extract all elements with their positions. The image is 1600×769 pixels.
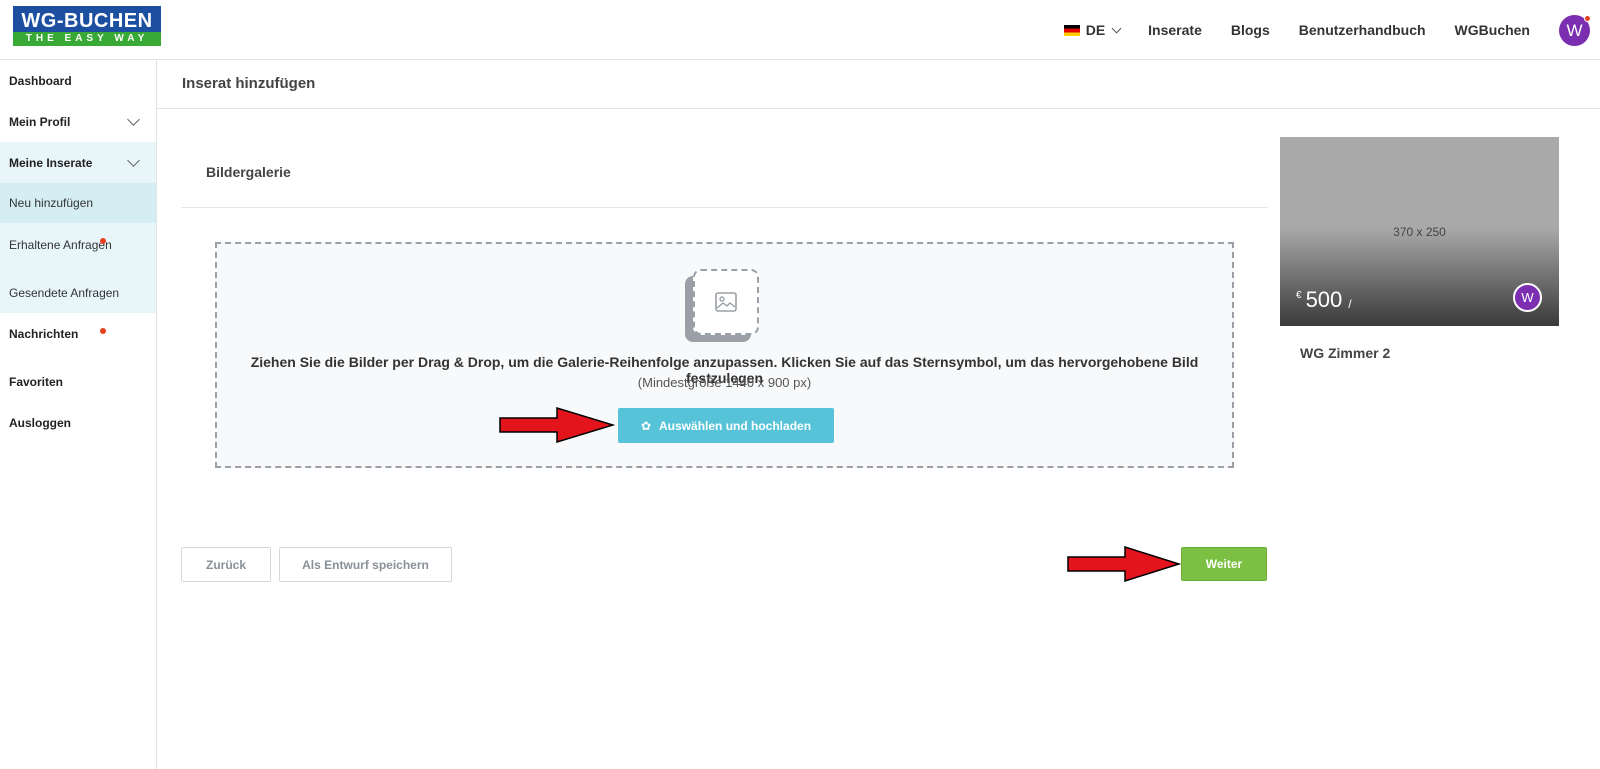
main-nav: DE Inserate Blogs Benutzerhandbuch WGBuc… [1063, 0, 1600, 60]
back-button[interactable]: Zurück [181, 547, 271, 582]
chevron-down-icon [1111, 23, 1122, 33]
sidebar-item-listings[interactable]: Meine Inserate [0, 142, 156, 183]
next-button[interactable]: Weiter [1181, 547, 1267, 581]
notification-dot [100, 238, 106, 244]
notification-dot [100, 328, 106, 334]
upload-button[interactable]: ✿ Auswählen und hochladen [618, 408, 834, 443]
sidebar-item-logout[interactable]: Ausloggen [0, 402, 156, 443]
sidebar-item-label: Nachrichten [9, 326, 79, 341]
avatar-letter: W [1566, 20, 1583, 40]
nav-link-inserate[interactable]: Inserate [1148, 22, 1202, 38]
chevron-down-icon [127, 112, 140, 126]
sidebar-item-favorites[interactable]: Favoriten [0, 361, 156, 402]
german-flag-icon [1063, 24, 1080, 36]
sidebar-item-label: Meine Inserate [9, 155, 93, 170]
nav-link-blogs[interactable]: Blogs [1231, 22, 1270, 38]
price-currency: € [1296, 290, 1302, 301]
sidebar-item-messages[interactable]: Nachrichten [0, 313, 156, 354]
sidebar-item-label: Erhaltene Anfragen [9, 238, 112, 252]
annotation-arrow-icon [1067, 546, 1181, 582]
nav-link-handbook[interactable]: Benutzerhandbuch [1299, 22, 1426, 38]
image-dimensions: 370 x 250 [1393, 225, 1446, 239]
sidebar-item-label: Neu hinzufügen [9, 196, 94, 210]
notification-dot [1584, 14, 1591, 22]
logo-tagline: THE EASY WAY [13, 32, 161, 46]
user-avatar[interactable]: W [1559, 14, 1591, 46]
sidebar-item-profile[interactable]: Mein Profil [0, 101, 156, 142]
image-placeholder-icon [693, 269, 759, 335]
listing-title[interactable]: WG Zimmer 2 [1300, 345, 1390, 361]
upload-button-label: Auswählen und hochladen [659, 418, 812, 433]
sidebar: Dashboard Mein Profil Meine Inserate Neu… [0, 60, 157, 769]
sidebar-item-dashboard[interactable]: Dashboard [0, 60, 156, 101]
chevron-down-icon [127, 153, 140, 167]
listing-price: € 500 / [1296, 287, 1352, 313]
divider [181, 207, 1268, 208]
language-selector[interactable]: DE [1063, 22, 1122, 38]
upload-icon: ✿ [640, 418, 652, 433]
sidebar-item-add-new[interactable]: Neu hinzufügen [0, 183, 156, 223]
sidebar-item-sent-requests[interactable]: Gesendete Anfragen [0, 273, 156, 313]
save-draft-button[interactable]: Als Entwurf speichern [279, 547, 452, 582]
sidebar-item-label: Gesendete Anfragen [9, 286, 120, 300]
divider [157, 108, 1600, 109]
sidebar-item-label: Favoriten [9, 374, 64, 389]
price-suffix: / [1348, 297, 1352, 311]
language-label: DE [1085, 22, 1106, 38]
listing-preview-image[interactable]: 370 x 250 € 500 / W [1280, 137, 1559, 326]
owner-avatar[interactable]: W [1513, 283, 1542, 312]
section-title: Bildergalerie [206, 164, 291, 180]
sidebar-item-label: Mein Profil [9, 114, 71, 129]
sidebar-item-label: Ausloggen [9, 415, 71, 430]
price-amount: 500 [1305, 287, 1343, 312]
sidebar-item-label: Dashboard [9, 73, 72, 88]
image-dropzone[interactable]: Ziehen Sie die Bilder per Drag & Drop, u… [215, 242, 1234, 468]
nav-link-wgbuchen[interactable]: WGBuchen [1455, 22, 1530, 38]
annotation-arrow-icon [499, 407, 615, 443]
top-header: WG-BUCHEN THE EASY WAY DE Inserate Blogs… [0, 0, 1600, 60]
logo-wordmark: WG-BUCHEN [13, 6, 161, 32]
sidebar-item-received-requests[interactable]: Erhaltene Anfragen [0, 223, 156, 273]
page-title: Inserat hinzufügen [182, 75, 316, 92]
site-logo[interactable]: WG-BUCHEN THE EASY WAY [13, 6, 161, 46]
dropzone-min-size: (Mindestgröße 1440 x 900 px) [637, 375, 812, 390]
